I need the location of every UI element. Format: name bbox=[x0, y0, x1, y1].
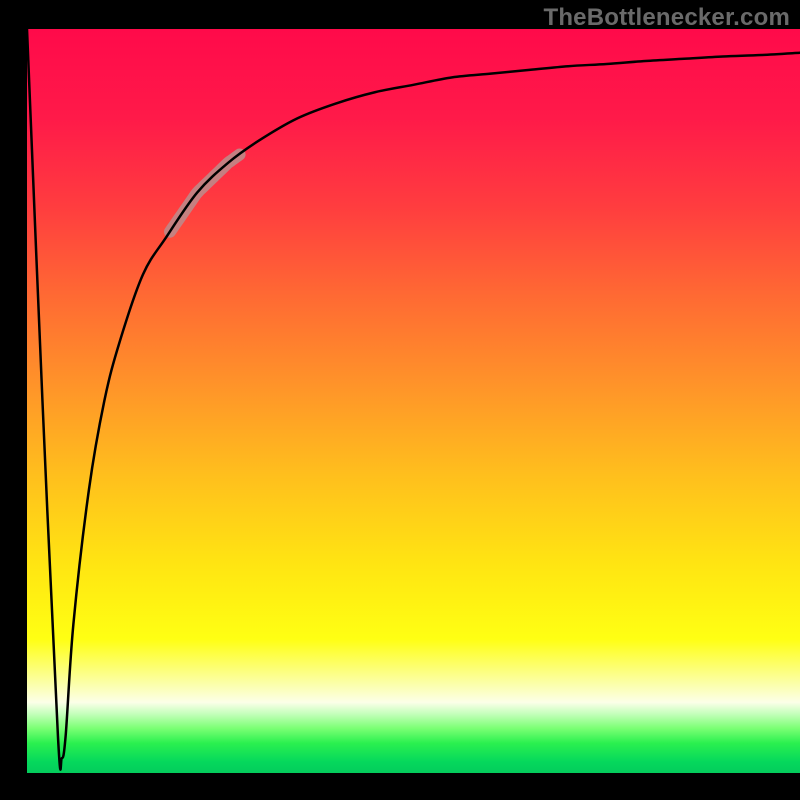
chart-root: TheBottlenecker.com bbox=[0, 0, 800, 800]
attribution-label: TheBottlenecker.com bbox=[543, 4, 790, 32]
plot-area bbox=[27, 29, 800, 773]
curve-highlight bbox=[170, 155, 240, 232]
bottleneck-curve bbox=[27, 29, 800, 770]
curve-layer bbox=[27, 29, 800, 773]
